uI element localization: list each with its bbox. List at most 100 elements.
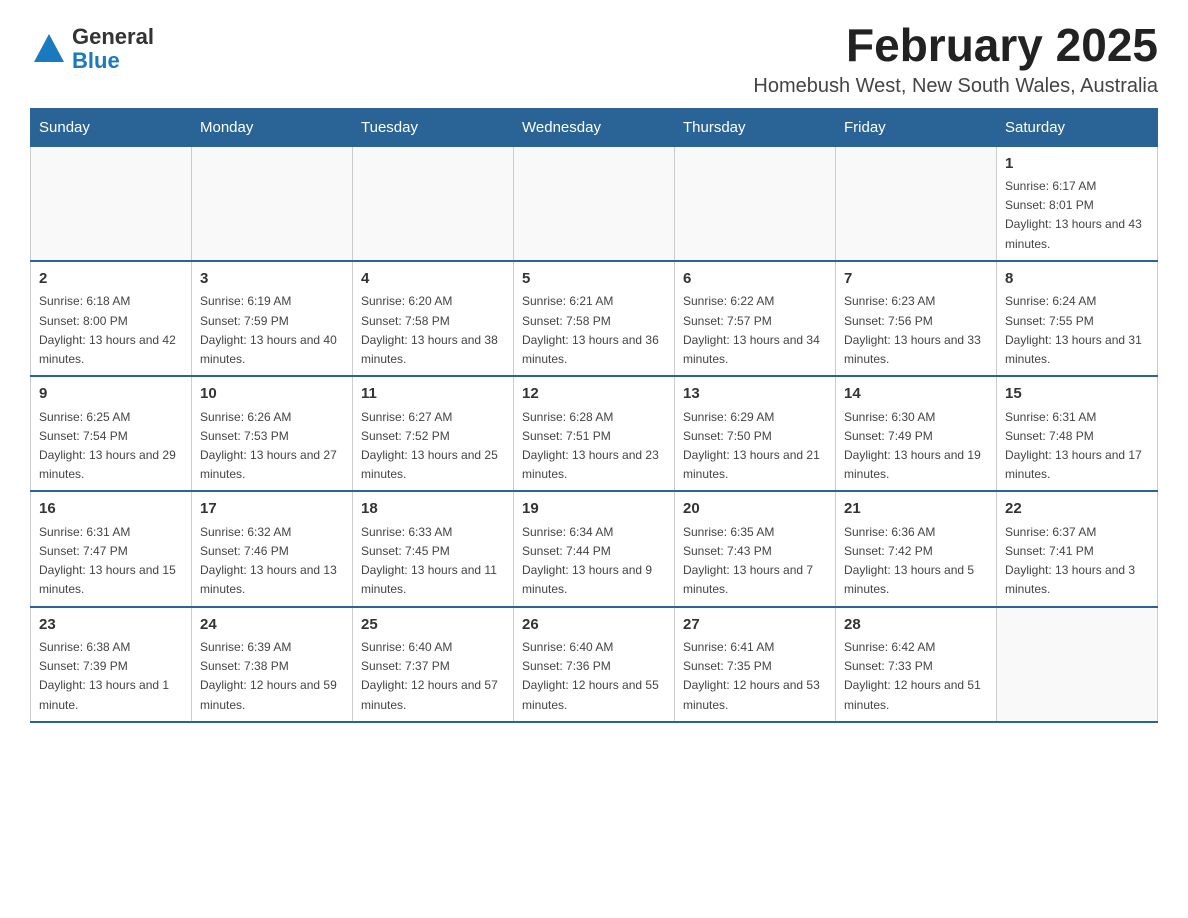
calendar-cell	[514, 146, 675, 261]
day-number: 13	[683, 383, 827, 406]
calendar-cell: 5Sunrise: 6:21 AM Sunset: 7:58 PM Daylig…	[514, 261, 675, 376]
header-row: SundayMondayTuesdayWednesdayThursdayFrid…	[31, 108, 1158, 146]
day-number: 20	[683, 498, 827, 521]
day-info: Sunrise: 6:19 AM Sunset: 7:59 PM Dayligh…	[200, 292, 344, 369]
day-number: 18	[361, 498, 505, 521]
calendar-cell: 24Sunrise: 6:39 AM Sunset: 7:38 PM Dayli…	[192, 607, 353, 722]
calendar-cell: 4Sunrise: 6:20 AM Sunset: 7:58 PM Daylig…	[353, 261, 514, 376]
calendar-cell: 25Sunrise: 6:40 AM Sunset: 7:37 PM Dayli…	[353, 607, 514, 722]
calendar-cell: 14Sunrise: 6:30 AM Sunset: 7:49 PM Dayli…	[836, 376, 997, 491]
day-number: 27	[683, 614, 827, 637]
location-title: Homebush West, New South Wales, Australi…	[753, 75, 1158, 98]
day-info: Sunrise: 6:27 AM Sunset: 7:52 PM Dayligh…	[361, 408, 505, 485]
day-number: 16	[39, 498, 183, 521]
calendar-cell: 8Sunrise: 6:24 AM Sunset: 7:55 PM Daylig…	[997, 261, 1158, 376]
week-row-2: 9Sunrise: 6:25 AM Sunset: 7:54 PM Daylig…	[31, 376, 1158, 491]
day-info: Sunrise: 6:35 AM Sunset: 7:43 PM Dayligh…	[683, 523, 827, 600]
calendar-cell: 27Sunrise: 6:41 AM Sunset: 7:35 PM Dayli…	[675, 607, 836, 722]
day-info: Sunrise: 6:31 AM Sunset: 7:48 PM Dayligh…	[1005, 408, 1149, 485]
day-number: 4	[361, 268, 505, 291]
calendar-cell: 15Sunrise: 6:31 AM Sunset: 7:48 PM Dayli…	[997, 376, 1158, 491]
day-info: Sunrise: 6:42 AM Sunset: 7:33 PM Dayligh…	[844, 638, 988, 715]
day-info: Sunrise: 6:34 AM Sunset: 7:44 PM Dayligh…	[522, 523, 666, 600]
calendar-cell: 10Sunrise: 6:26 AM Sunset: 7:53 PM Dayli…	[192, 376, 353, 491]
week-row-1: 2Sunrise: 6:18 AM Sunset: 8:00 PM Daylig…	[31, 261, 1158, 376]
calendar-cell: 1Sunrise: 6:17 AM Sunset: 8:01 PM Daylig…	[997, 146, 1158, 261]
week-row-4: 23Sunrise: 6:38 AM Sunset: 7:39 PM Dayli…	[31, 607, 1158, 722]
calendar-cell: 19Sunrise: 6:34 AM Sunset: 7:44 PM Dayli…	[514, 491, 675, 606]
logo: General Blue	[30, 20, 154, 73]
day-number: 23	[39, 614, 183, 637]
day-info: Sunrise: 6:22 AM Sunset: 7:57 PM Dayligh…	[683, 292, 827, 369]
header: General Blue February 2025 Homebush West…	[30, 20, 1158, 98]
day-info: Sunrise: 6:29 AM Sunset: 7:50 PM Dayligh…	[683, 408, 827, 485]
calendar-cell: 17Sunrise: 6:32 AM Sunset: 7:46 PM Dayli…	[192, 491, 353, 606]
calendar-cell: 16Sunrise: 6:31 AM Sunset: 7:47 PM Dayli…	[31, 491, 192, 606]
calendar-cell	[353, 146, 514, 261]
day-info: Sunrise: 6:33 AM Sunset: 7:45 PM Dayligh…	[361, 523, 505, 600]
calendar-cell: 21Sunrise: 6:36 AM Sunset: 7:42 PM Dayli…	[836, 491, 997, 606]
day-number: 11	[361, 383, 505, 406]
day-number: 8	[1005, 268, 1149, 291]
calendar-cell	[192, 146, 353, 261]
day-number: 12	[522, 383, 666, 406]
day-info: Sunrise: 6:18 AM Sunset: 8:00 PM Dayligh…	[39, 292, 183, 369]
day-number: 17	[200, 498, 344, 521]
header-day-saturday: Saturday	[997, 108, 1158, 146]
day-info: Sunrise: 6:23 AM Sunset: 7:56 PM Dayligh…	[844, 292, 988, 369]
day-info: Sunrise: 6:41 AM Sunset: 7:35 PM Dayligh…	[683, 638, 827, 715]
calendar-cell: 12Sunrise: 6:28 AM Sunset: 7:51 PM Dayli…	[514, 376, 675, 491]
day-info: Sunrise: 6:37 AM Sunset: 7:41 PM Dayligh…	[1005, 523, 1149, 600]
calendar-cell: 22Sunrise: 6:37 AM Sunset: 7:41 PM Dayli…	[997, 491, 1158, 606]
day-info: Sunrise: 6:32 AM Sunset: 7:46 PM Dayligh…	[200, 523, 344, 600]
day-info: Sunrise: 6:31 AM Sunset: 7:47 PM Dayligh…	[39, 523, 183, 600]
calendar-cell	[675, 146, 836, 261]
header-day-tuesday: Tuesday	[353, 108, 514, 146]
header-day-sunday: Sunday	[31, 108, 192, 146]
title-area: February 2025 Homebush West, New South W…	[753, 20, 1158, 98]
day-number: 22	[1005, 498, 1149, 521]
day-info: Sunrise: 6:38 AM Sunset: 7:39 PM Dayligh…	[39, 638, 183, 715]
day-number: 15	[1005, 383, 1149, 406]
day-number: 19	[522, 498, 666, 521]
day-info: Sunrise: 6:17 AM Sunset: 8:01 PM Dayligh…	[1005, 177, 1149, 254]
calendar-cell: 13Sunrise: 6:29 AM Sunset: 7:50 PM Dayli…	[675, 376, 836, 491]
day-info: Sunrise: 6:40 AM Sunset: 7:37 PM Dayligh…	[361, 638, 505, 715]
calendar-cell: 2Sunrise: 6:18 AM Sunset: 8:00 PM Daylig…	[31, 261, 192, 376]
day-number: 9	[39, 383, 183, 406]
calendar-cell	[31, 146, 192, 261]
calendar-cell	[836, 146, 997, 261]
day-info: Sunrise: 6:24 AM Sunset: 7:55 PM Dayligh…	[1005, 292, 1149, 369]
calendar-cell: 26Sunrise: 6:40 AM Sunset: 7:36 PM Dayli…	[514, 607, 675, 722]
day-number: 2	[39, 268, 183, 291]
day-info: Sunrise: 6:20 AM Sunset: 7:58 PM Dayligh…	[361, 292, 505, 369]
day-number: 25	[361, 614, 505, 637]
day-info: Sunrise: 6:21 AM Sunset: 7:58 PM Dayligh…	[522, 292, 666, 369]
day-info: Sunrise: 6:40 AM Sunset: 7:36 PM Dayligh…	[522, 638, 666, 715]
header-day-friday: Friday	[836, 108, 997, 146]
day-number: 5	[522, 268, 666, 291]
day-info: Sunrise: 6:30 AM Sunset: 7:49 PM Dayligh…	[844, 408, 988, 485]
calendar-cell: 20Sunrise: 6:35 AM Sunset: 7:43 PM Dayli…	[675, 491, 836, 606]
logo-icon	[30, 30, 68, 68]
day-number: 3	[200, 268, 344, 291]
day-info: Sunrise: 6:36 AM Sunset: 7:42 PM Dayligh…	[844, 523, 988, 600]
header-day-monday: Monday	[192, 108, 353, 146]
day-number: 24	[200, 614, 344, 637]
day-number: 28	[844, 614, 988, 637]
calendar-cell: 23Sunrise: 6:38 AM Sunset: 7:39 PM Dayli…	[31, 607, 192, 722]
calendar-cell: 7Sunrise: 6:23 AM Sunset: 7:56 PM Daylig…	[836, 261, 997, 376]
calendar-cell: 18Sunrise: 6:33 AM Sunset: 7:45 PM Dayli…	[353, 491, 514, 606]
calendar-cell: 11Sunrise: 6:27 AM Sunset: 7:52 PM Dayli…	[353, 376, 514, 491]
day-number: 7	[844, 268, 988, 291]
logo-general-text: General	[72, 25, 154, 49]
calendar-body: 1Sunrise: 6:17 AM Sunset: 8:01 PM Daylig…	[31, 146, 1158, 722]
calendar-cell	[997, 607, 1158, 722]
day-number: 6	[683, 268, 827, 291]
day-number: 14	[844, 383, 988, 406]
day-number: 10	[200, 383, 344, 406]
week-row-0: 1Sunrise: 6:17 AM Sunset: 8:01 PM Daylig…	[31, 146, 1158, 261]
calendar-cell: 6Sunrise: 6:22 AM Sunset: 7:57 PM Daylig…	[675, 261, 836, 376]
calendar: SundayMondayTuesdayWednesdayThursdayFrid…	[30, 108, 1158, 723]
calendar-header: SundayMondayTuesdayWednesdayThursdayFrid…	[31, 108, 1158, 146]
